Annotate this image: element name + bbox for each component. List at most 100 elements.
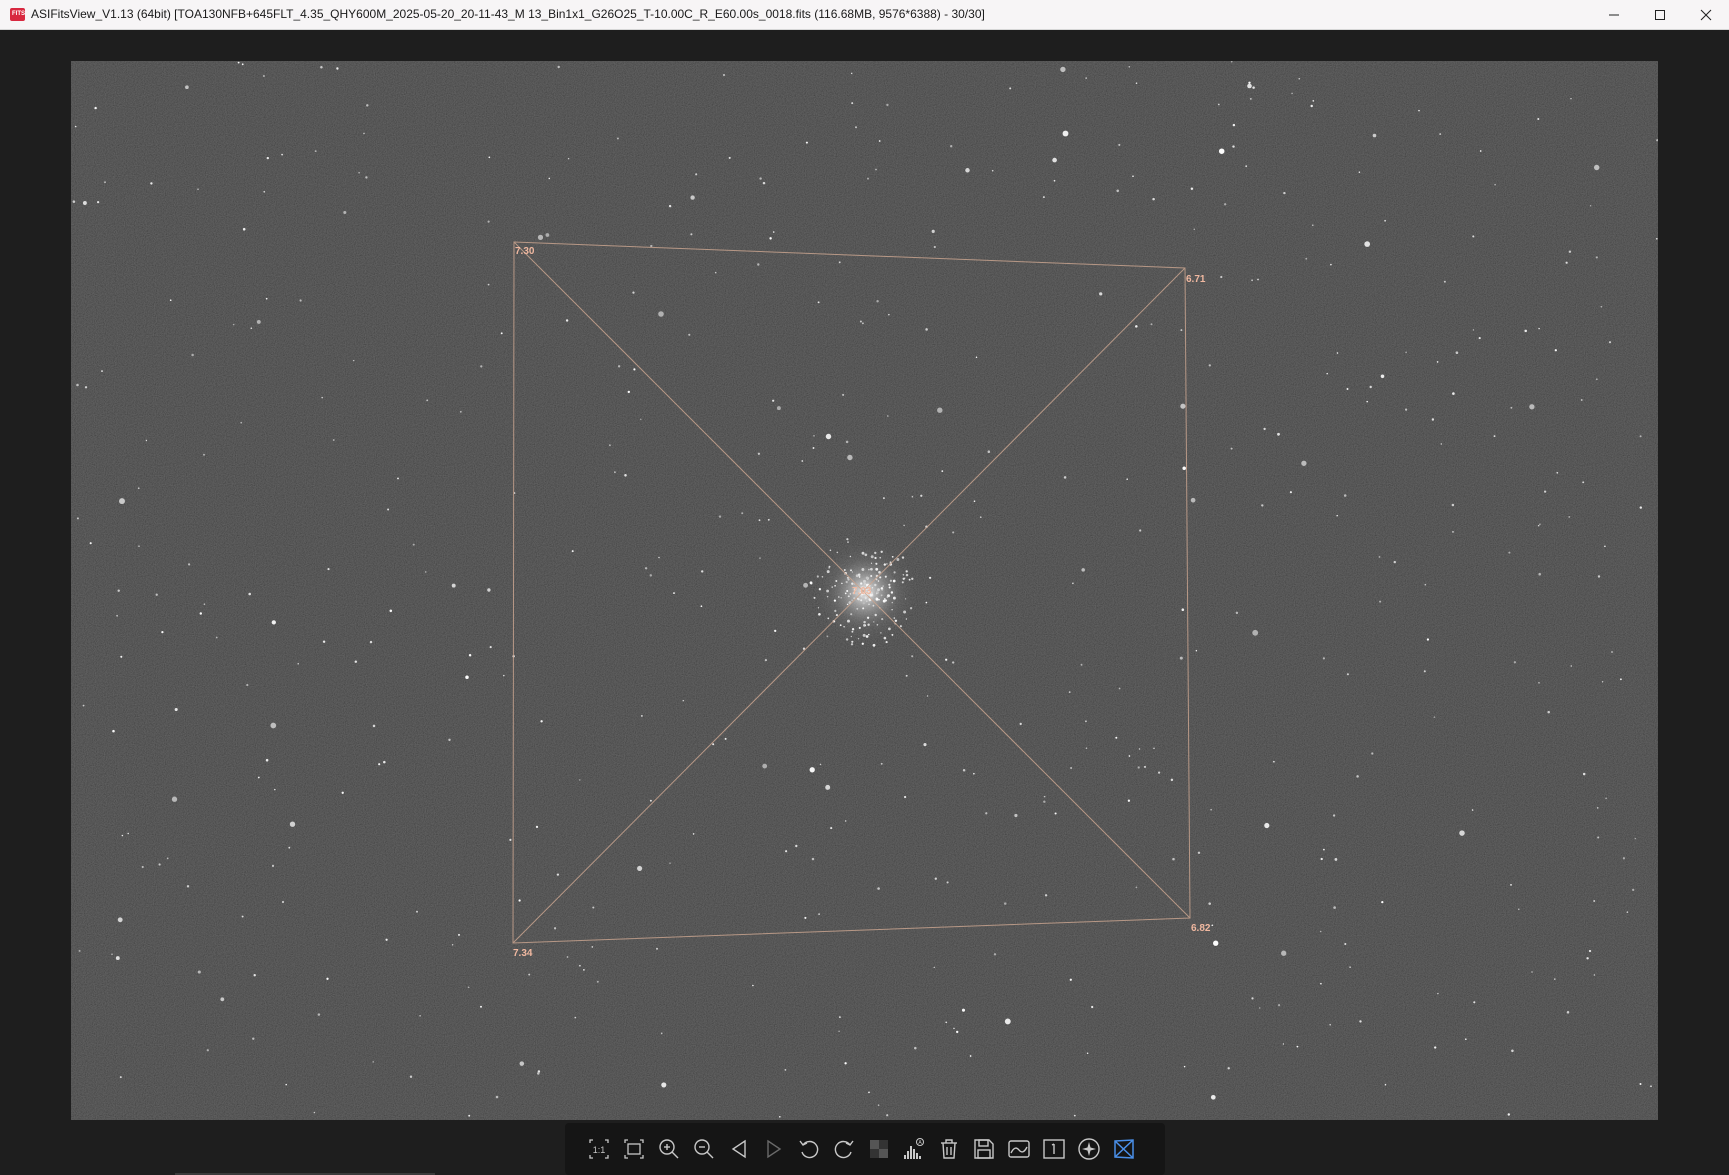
star [1431, 418, 1435, 421]
star [96, 200, 100, 204]
star [1135, 82, 1138, 84]
star [137, 487, 140, 490]
cluster-star [905, 570, 908, 573]
star [467, 986, 470, 989]
star [1424, 583, 1427, 586]
star [1150, 323, 1153, 326]
star [495, 1095, 499, 1099]
star [845, 440, 849, 444]
cluster-star [850, 643, 854, 646]
cluster-star [849, 555, 852, 558]
image-info-button[interactable] [1003, 1133, 1035, 1165]
cluster-star [878, 598, 880, 601]
star [1537, 524, 1540, 527]
star [903, 524, 905, 527]
star [448, 738, 451, 742]
star [641, 715, 643, 717]
previous-image-button[interactable] [723, 1133, 755, 1165]
star [617, 365, 621, 368]
cluster-star [836, 551, 839, 554]
star [186, 885, 190, 888]
fit-window-button[interactable] [618, 1133, 650, 1165]
cluster-star [889, 579, 893, 582]
star [1404, 408, 1408, 411]
title-bar[interactable]: FITS ASIFitsView_V1.13 (64bit) [TOA130NF… [0, 0, 1729, 30]
single-channel-button[interactable] [1038, 1133, 1070, 1165]
star [215, 636, 218, 639]
star [925, 601, 928, 604]
star [805, 141, 808, 144]
cluster-star [891, 609, 893, 611]
star [1369, 385, 1372, 389]
star [263, 191, 265, 193]
tilt-analysis-button[interactable] [1108, 1133, 1140, 1165]
star [424, 571, 427, 573]
star [1218, 148, 1225, 154]
bayer-pattern-icon [870, 1140, 888, 1158]
star [250, 327, 253, 330]
cluster-star [845, 638, 849, 641]
star [458, 933, 460, 936]
star [378, 763, 381, 766]
star [633, 368, 636, 371]
star [101, 370, 103, 373]
cluster-star [864, 553, 868, 557]
star [877, 1104, 880, 1106]
star [232, 323, 235, 326]
star [145, 439, 148, 442]
star-detect-button[interactable] [1073, 1133, 1105, 1165]
star [1281, 950, 1287, 956]
star [1451, 503, 1455, 507]
cluster-star [883, 598, 886, 600]
auto-stretch-button[interactable]: A [898, 1133, 930, 1165]
cluster-star [865, 635, 869, 638]
star [1044, 894, 1048, 897]
star [203, 603, 206, 606]
star [1346, 388, 1349, 390]
minimize-button[interactable] [1591, 0, 1637, 30]
star [767, 518, 770, 521]
cluster-star [874, 583, 877, 587]
star [608, 444, 611, 447]
star [500, 332, 503, 335]
star [718, 515, 722, 518]
next-image-button[interactable] [758, 1133, 790, 1165]
star [591, 946, 594, 948]
rotate-right-button[interactable] [828, 1133, 860, 1165]
cluster-star [831, 586, 833, 588]
star [1263, 427, 1266, 431]
cluster-star [891, 633, 894, 636]
cluster-star [863, 582, 867, 586]
star [627, 390, 631, 394]
save-button[interactable] [968, 1133, 1000, 1165]
debayer-button[interactable] [863, 1133, 895, 1165]
star [911, 495, 914, 498]
star [1230, 447, 1233, 450]
star [803, 582, 809, 588]
cluster-star [867, 582, 869, 585]
star [1251, 279, 1253, 282]
star [658, 311, 664, 317]
maximize-button[interactable] [1637, 0, 1683, 30]
star [1605, 797, 1607, 800]
rotate-left-button[interactable] [793, 1133, 825, 1165]
star [596, 980, 599, 983]
star [1570, 665, 1573, 667]
cluster-star [851, 571, 854, 573]
star [74, 125, 77, 128]
cluster-star [911, 577, 914, 580]
zoom-out-button[interactable] [688, 1133, 720, 1165]
fits-image-canvas[interactable]: 7.30 6.71 7.34 6.82 7.03 [71, 61, 1658, 1120]
delete-button[interactable] [933, 1133, 965, 1165]
actual-size-button[interactable]: 1:1 [583, 1133, 615, 1165]
close-button[interactable] [1683, 0, 1729, 30]
star [1235, 611, 1239, 615]
star [1298, 77, 1301, 80]
star [795, 844, 798, 848]
cluster-star [874, 551, 877, 555]
star [270, 722, 277, 729]
star [1073, 1114, 1076, 1117]
star [322, 640, 326, 643]
star [1452, 531, 1454, 533]
zoom-in-button[interactable] [653, 1133, 685, 1165]
